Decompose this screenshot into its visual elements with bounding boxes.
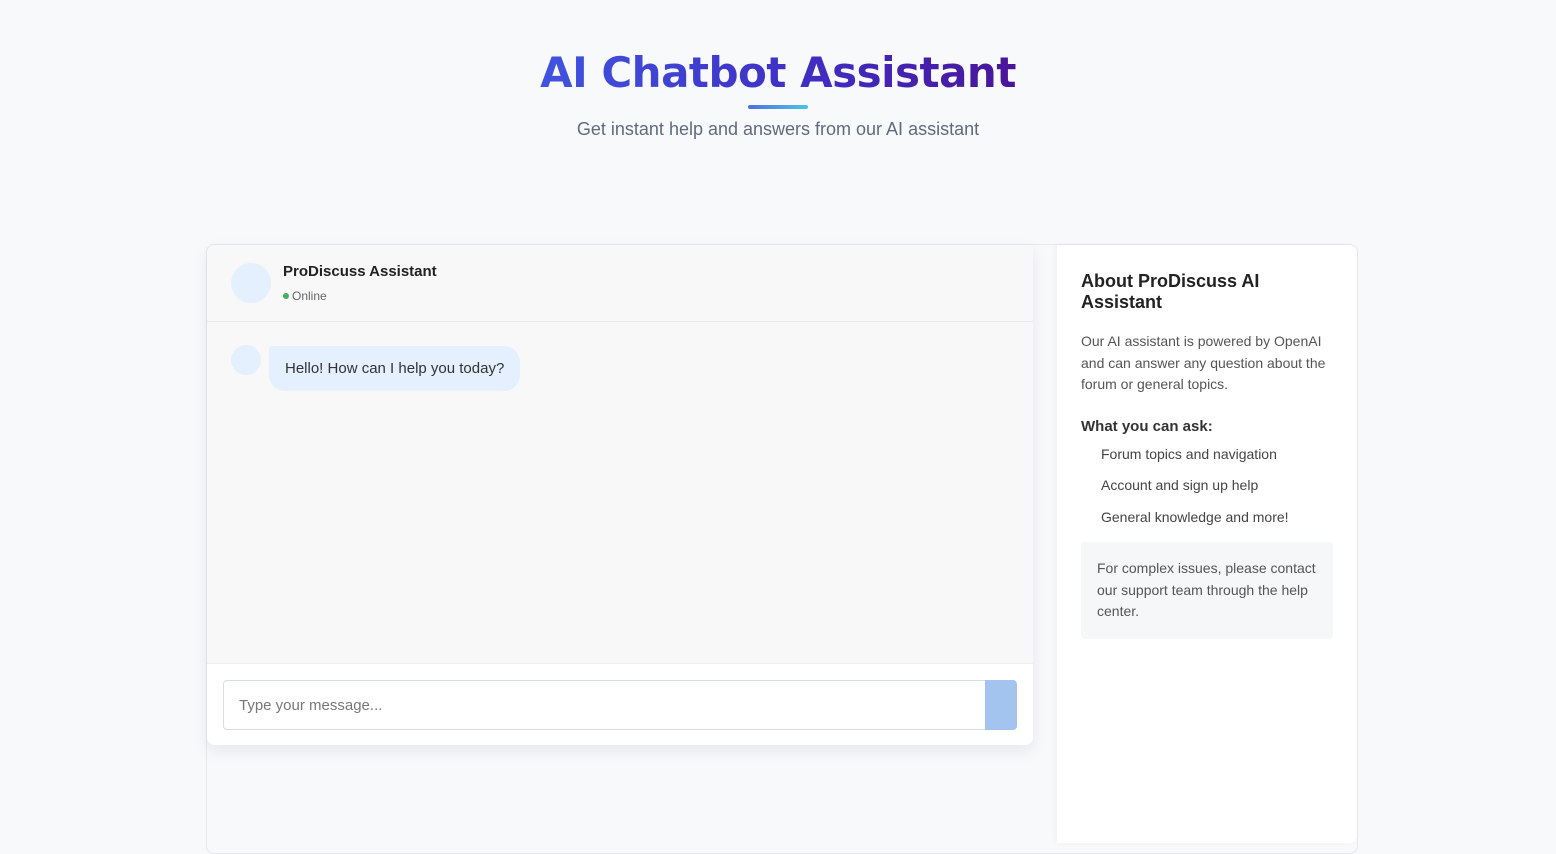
bot-message-avatar [231,345,261,375]
ask-heading: What you can ask: [1081,417,1213,435]
send-button[interactable] [985,680,1017,730]
info-panel: About ProDiscuss AI Assistant Our AI ass… [1057,245,1357,843]
status-dot-icon [283,293,289,299]
page-title: AI Chatbot Assistant [540,48,1016,97]
info-title: About ProDiscuss AI Assistant [1081,271,1260,312]
status-indicator: Online [283,289,327,303]
message-input-bar [207,663,1033,745]
assistant-name: ProDiscuss Assistant [283,263,437,280]
ask-item: General knowledge and more! [1101,508,1289,525]
page-subtitle: Get instant help and answers from our AI… [576,119,980,139]
info-description: Our AI assistant is powered by OpenAI an… [1081,333,1326,392]
contact-note: For complex issues, please contact our s… [1081,542,1333,639]
chat-header: ProDiscuss Assistant Online [207,245,1033,322]
ask-list: Forum topics and navigation Account and … [1081,444,1333,539]
ask-item: Forum topics and navigation [1101,445,1277,462]
message-input[interactable] [223,680,985,730]
message-list: Hello! How can I help you today? [207,323,1033,663]
status-text: Online [292,289,327,303]
chat-panel: ProDiscuss Assistant Online Hello! How c… [207,245,1033,745]
ask-item: Account and sign up help [1101,477,1259,493]
title-underline [748,105,808,109]
assistant-avatar [231,263,271,303]
page-header: AI Chatbot Assistant Get instant help an… [0,48,1556,140]
bot-message: Hello! How can I help you today? [269,346,521,391]
